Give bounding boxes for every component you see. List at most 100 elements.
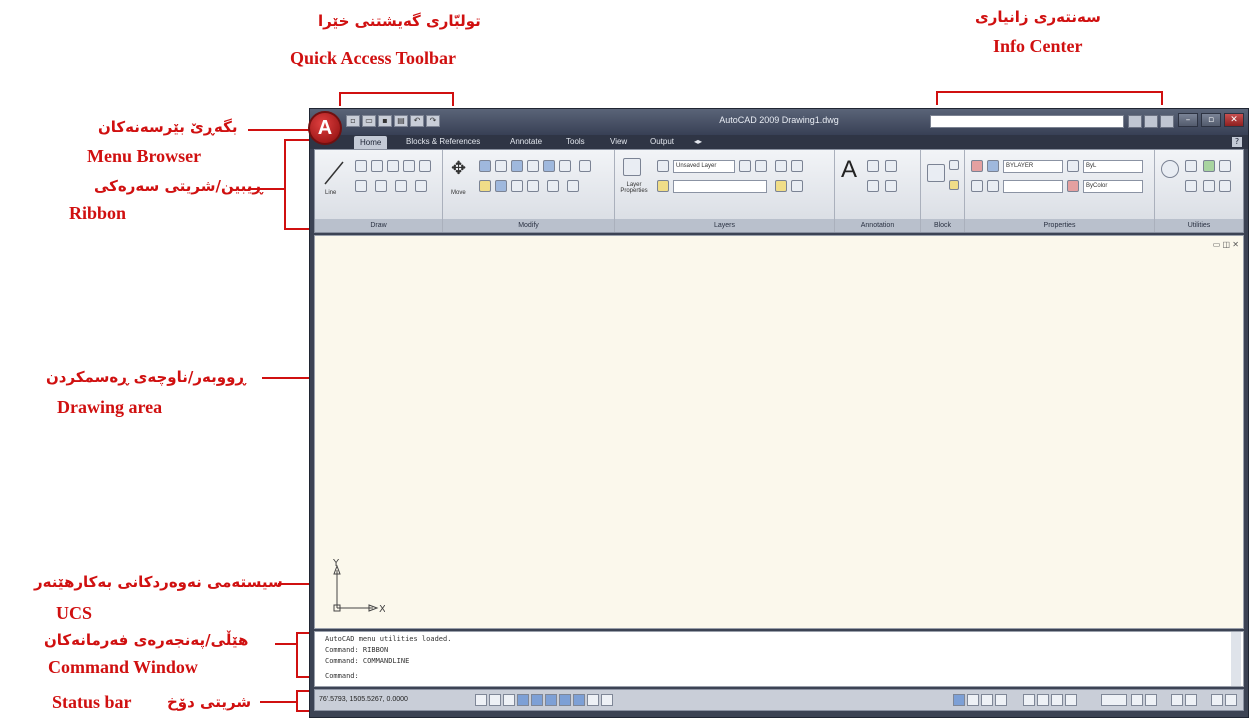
linetype-dropdown[interactable] — [1003, 180, 1063, 193]
object-snap-button[interactable] — [531, 694, 543, 706]
maximize-icon[interactable]: ▫ — [1201, 113, 1221, 127]
auto-scale-icon[interactable] — [1145, 694, 1157, 706]
circle-icon[interactable] — [387, 160, 399, 172]
array-icon[interactable] — [579, 160, 591, 172]
layer-previous-icon[interactable] — [755, 160, 767, 172]
insert-block-icon[interactable] — [927, 164, 945, 182]
tab-output[interactable]: Output — [650, 137, 674, 146]
scale-icon[interactable] — [495, 180, 507, 192]
table-icon[interactable] — [867, 180, 879, 192]
quick-view-layouts-button[interactable] — [981, 694, 993, 706]
menu-browser-button[interactable]: A — [308, 111, 342, 145]
paste-icon[interactable] — [1185, 160, 1197, 172]
select-similar-icon[interactable] — [1219, 160, 1231, 172]
lineweight-button[interactable] — [587, 694, 599, 706]
layer-state-dropdown[interactable]: Unsaved Layer — [673, 160, 735, 173]
model-space-button[interactable] — [953, 694, 965, 706]
explode-icon[interactable] — [527, 180, 539, 192]
copy-icon[interactable] — [527, 160, 539, 172]
layer-dropdown[interactable] — [673, 180, 767, 193]
panel-title-annotation[interactable]: Annotation — [835, 219, 920, 232]
polygon-icon[interactable] — [419, 160, 431, 172]
annotation-scale-button[interactable] — [1101, 694, 1127, 706]
arc-icon[interactable] — [371, 160, 383, 172]
command-prompt-input[interactable]: Command: — [325, 672, 359, 680]
ellipse-icon[interactable] — [375, 180, 387, 192]
list-icon[interactable] — [971, 180, 983, 192]
layer-isolate-icon[interactable] — [775, 160, 787, 172]
close-icon[interactable]: ✕ — [1224, 113, 1244, 127]
annotation-visibility-icon[interactable] — [1131, 694, 1143, 706]
info-center-search-input[interactable] — [930, 115, 1124, 128]
match-properties-icon[interactable] — [971, 160, 983, 172]
layer-match-icon[interactable] — [739, 160, 751, 172]
plot-style-dropdown[interactable]: ByColor — [1083, 180, 1143, 193]
zoom-icon[interactable] — [1037, 694, 1049, 706]
tab-tools[interactable]: Tools — [566, 137, 585, 146]
layer-properties-icon[interactable] — [623, 158, 641, 176]
tab-view[interactable]: View — [610, 137, 627, 146]
cut-icon[interactable] — [1203, 180, 1215, 192]
panel-title-block[interactable]: Block — [921, 219, 964, 232]
plot-style-icon[interactable] — [1067, 180, 1079, 192]
favorites-icon[interactable] — [1160, 115, 1174, 128]
measure-icon[interactable] — [1161, 160, 1179, 178]
undo-utility-icon[interactable] — [1219, 180, 1231, 192]
command-scrollbar[interactable] — [1231, 632, 1241, 686]
layer-walk-icon[interactable] — [791, 160, 803, 172]
lineweight-dropdown[interactable]: ByL — [1083, 160, 1143, 173]
search-icon[interactable] — [1128, 115, 1142, 128]
leader-icon[interactable] — [885, 180, 897, 192]
mirror-icon[interactable] — [543, 160, 555, 172]
color-dropdown[interactable]: BYLAYER — [1003, 160, 1063, 173]
panel-title-utilities[interactable]: Utilities — [1155, 219, 1243, 232]
join-icon[interactable] — [567, 180, 579, 192]
create-block-icon[interactable] — [949, 160, 959, 170]
polar-tracking-button[interactable] — [517, 694, 529, 706]
hatch-icon[interactable] — [415, 180, 427, 192]
linear-dimension-icon[interactable] — [885, 160, 897, 172]
viewport-controls[interactable]: ▭ ◫ ✕ — [1213, 240, 1239, 249]
tab-home[interactable]: Home — [354, 136, 388, 149]
command-window[interactable]: AutoCAD menu utilities loaded. Command: … — [314, 631, 1244, 687]
circle-dropdown-icon[interactable] — [355, 180, 367, 192]
lineweight-icon[interactable] — [1067, 160, 1079, 172]
quick-properties-button[interactable] — [601, 694, 613, 706]
layer-state-icon[interactable] — [657, 160, 669, 172]
object-snap-tracking-button[interactable] — [545, 694, 557, 706]
workspace-switching-icon[interactable] — [1171, 694, 1183, 706]
color-wheel-icon[interactable] — [987, 160, 999, 172]
ortho-mode-button[interactable] — [503, 694, 515, 706]
layout-button[interactable] — [967, 694, 979, 706]
dynamic-input-button[interactable] — [573, 694, 585, 706]
drawing-area[interactable]: ▭ ◫ ✕ Y X — [314, 235, 1244, 629]
grid-display-button[interactable] — [489, 694, 501, 706]
extend-icon[interactable] — [511, 160, 523, 172]
tab-blocks-references[interactable]: Blocks & References — [406, 137, 480, 146]
fillet-icon[interactable] — [559, 160, 571, 172]
spline-icon[interactable] — [395, 180, 407, 192]
lock-icon[interactable] — [1185, 694, 1197, 706]
rectangle-icon[interactable] — [403, 160, 415, 172]
edit-block-icon[interactable] — [949, 180, 959, 190]
pan-icon[interactable] — [1023, 694, 1035, 706]
rotate-icon[interactable] — [479, 160, 491, 172]
layer-freeze-icon[interactable] — [775, 180, 787, 192]
polyline-icon[interactable] — [355, 160, 367, 172]
quick-select-icon[interactable] — [1203, 160, 1215, 172]
panel-title-draw[interactable]: Draw — [315, 219, 442, 232]
panel-title-modify[interactable]: Modify — [443, 219, 614, 232]
help-icon[interactable]: ? — [1232, 137, 1242, 147]
coordinate-readout[interactable]: 76'.5793, 1505.5267, 0.0000 — [319, 696, 408, 703]
line-tool-icon[interactable] — [323, 160, 345, 186]
stretch-icon[interactable] — [479, 180, 491, 192]
quick-view-drawings-button[interactable] — [995, 694, 1007, 706]
tab-annotate[interactable]: Annotate — [510, 137, 542, 146]
panel-title-layers[interactable]: Layers — [615, 219, 834, 232]
multiline-text-icon[interactable]: A — [841, 156, 857, 184]
erase-icon[interactable] — [511, 180, 523, 192]
steering-wheel-icon[interactable] — [1051, 694, 1063, 706]
single-line-text-icon[interactable] — [867, 160, 879, 172]
communication-center-icon[interactable] — [1144, 115, 1158, 128]
showmotion-icon[interactable] — [1065, 694, 1077, 706]
